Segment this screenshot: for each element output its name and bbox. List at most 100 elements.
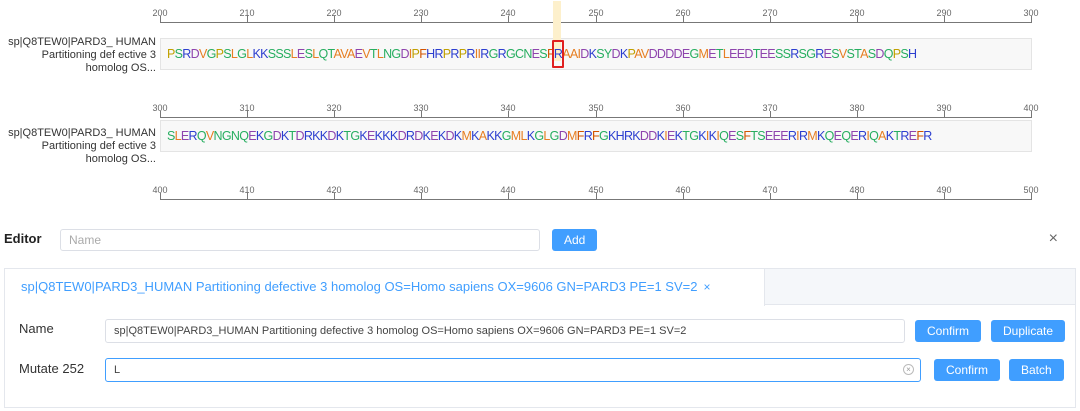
residue[interactable]: E (767, 47, 775, 61)
residue[interactable]: A (860, 47, 868, 61)
residue[interactable]: D (649, 47, 658, 61)
residue[interactable]: R (923, 129, 932, 143)
residue[interactable]: V (199, 47, 207, 61)
residue[interactable]: H (616, 129, 625, 143)
residue[interactable]: T (753, 47, 761, 61)
residue[interactable]: K (260, 47, 268, 61)
residue[interactable]: G (506, 47, 516, 61)
residue[interactable]: D (327, 129, 336, 143)
residue[interactable]: Q (239, 129, 249, 143)
residue[interactable]: E (708, 47, 716, 61)
residue[interactable]: K (281, 129, 289, 143)
residue[interactable]: K (312, 129, 320, 143)
residue[interactable]: G (489, 47, 499, 61)
residue[interactable]: E (729, 47, 737, 61)
residue[interactable]: D (445, 129, 454, 143)
residue[interactable]: K (390, 129, 398, 143)
residue[interactable]: E (430, 129, 438, 143)
residue[interactable]: T (716, 47, 724, 61)
residue[interactable]: G (237, 47, 247, 61)
residue[interactable]: E (682, 47, 690, 61)
residue[interactable]: G (207, 47, 217, 61)
add-button[interactable]: Add (552, 229, 598, 251)
residue[interactable]: D (875, 47, 884, 61)
residue[interactable]: D (295, 129, 304, 143)
residue[interactable]: E (667, 129, 675, 143)
residue[interactable]: D (744, 47, 753, 61)
confirm-mutate-button[interactable]: Confirm (934, 359, 1001, 381)
residue[interactable]: E (367, 129, 375, 143)
residue[interactable]: N (523, 47, 532, 61)
residue[interactable]: D (400, 47, 409, 61)
residue[interactable]: G (690, 47, 700, 61)
residue[interactable]: G (264, 129, 274, 143)
residue[interactable]: M (699, 47, 709, 61)
residue[interactable]: K (256, 129, 264, 143)
residue[interactable]: P (167, 47, 175, 61)
close-icon[interactable]: × (1049, 230, 1058, 248)
residue[interactable]: A (878, 129, 886, 143)
residue[interactable]: E (248, 129, 256, 143)
residue[interactable]: D (273, 129, 282, 143)
sequence-track[interactable]: SLERQVNGNQEKGDKTDRKKDKTGKEKKKDRDKEKDKMKA… (160, 120, 1032, 152)
residue[interactable]: D (414, 129, 423, 143)
residue[interactable]: G (550, 129, 560, 143)
residue[interactable]: E (728, 129, 736, 143)
residue[interactable]: G (689, 129, 699, 143)
residue[interactable]: E (765, 129, 773, 143)
residue[interactable]: K (382, 129, 390, 143)
residue[interactable]: T (370, 47, 378, 61)
residue[interactable]: V (340, 47, 347, 61)
residue[interactable]: S (283, 47, 291, 61)
residue[interactable]: F (577, 129, 585, 143)
tab-sequence[interactable]: sp|Q8TEW0|PARD3_HUMAN Partitioning defec… (5, 269, 765, 306)
residue[interactable]: Q (719, 129, 729, 143)
residue[interactable]: E (780, 129, 788, 143)
residue[interactable]: S (167, 129, 175, 143)
confirm-name-button[interactable]: Confirm (915, 320, 982, 342)
name-field[interactable] (105, 319, 905, 343)
residue[interactable]: K (698, 129, 706, 143)
residue[interactable]: R (466, 47, 475, 61)
residue[interactable]: R (900, 129, 909, 143)
residue[interactable]: E (181, 129, 189, 143)
residue[interactable]: Q (869, 129, 879, 143)
residue[interactable]: R (815, 47, 824, 61)
residue[interactable]: D (612, 47, 621, 61)
residue[interactable]: R (498, 47, 507, 61)
residue[interactable]: V (641, 47, 649, 61)
residue[interactable]: Q (884, 47, 894, 61)
residue[interactable]: S (539, 47, 547, 61)
residue[interactable]: Q (197, 129, 207, 143)
residue[interactable]: Q (825, 129, 835, 143)
residue[interactable]: Q (318, 47, 328, 61)
residue[interactable]: S (900, 47, 908, 61)
mutate-input[interactable] (105, 358, 921, 382)
residue[interactable]: R (584, 129, 593, 143)
residue[interactable]: R (450, 47, 459, 61)
residue[interactable]: A (634, 47, 641, 61)
residue[interactable]: R (434, 47, 443, 61)
residue[interactable]: K (817, 129, 825, 143)
residue[interactable]: R (406, 129, 415, 143)
residue[interactable]: Q (841, 129, 851, 143)
sequence-residues[interactable]: SLERQVNGNQEKGDKTDRKKDKTGKEKKKDRDKEKDKMKA… (167, 129, 932, 143)
residue[interactable]: D (648, 129, 657, 143)
residue[interactable]: S (275, 47, 283, 61)
residue[interactable]: K (608, 129, 616, 143)
residue[interactable]: K (471, 129, 479, 143)
residue[interactable]: K (252, 47, 260, 61)
batch-button[interactable]: Batch (1009, 359, 1064, 381)
residue[interactable]: G (222, 129, 232, 143)
residue[interactable]: K (632, 129, 640, 143)
residue[interactable]: S (223, 47, 231, 61)
residue[interactable]: D (674, 47, 683, 61)
sequence-residues[interactable]: PSRDVGPSLGLKKSSSLESLQTAVAEVTLNGDIPFHRPRP… (167, 47, 917, 61)
residue[interactable]: E (297, 47, 305, 61)
residue[interactable]: R (189, 129, 198, 143)
residue[interactable]: R (480, 47, 489, 61)
residue[interactable]: M (461, 129, 471, 143)
residue[interactable]: E (850, 129, 858, 143)
residue[interactable]: Y (604, 47, 612, 61)
residue[interactable]: N (231, 129, 240, 143)
